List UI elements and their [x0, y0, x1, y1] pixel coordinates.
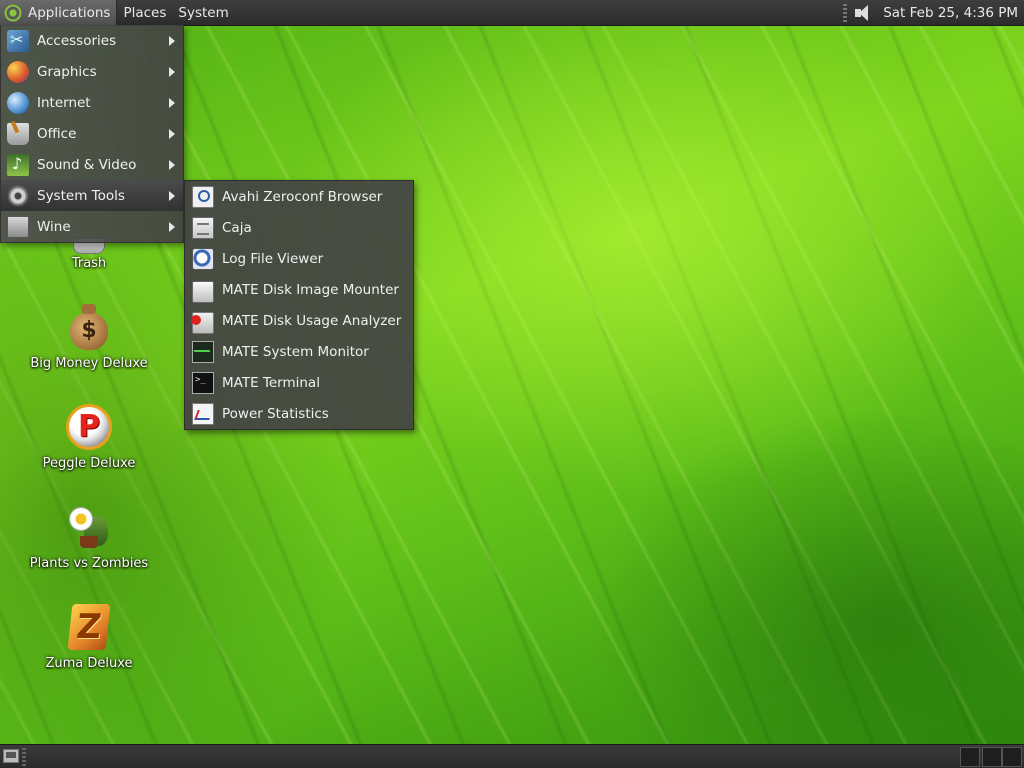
menu-item-label: Accessories: [37, 32, 117, 49]
menu-item-label: System Tools: [37, 187, 125, 204]
notification-area: Sat Feb 25, 4:36 PM: [837, 0, 1024, 25]
mate-logo-icon: [4, 3, 22, 22]
desktop: Applications Places System Sat Feb 25, 4…: [0, 0, 1024, 768]
menu-item-label: Avahi Zeroconf Browser: [222, 188, 383, 205]
menu-item-label: MATE Disk Usage Analyzer: [222, 312, 402, 329]
applications-label: Applications: [28, 4, 111, 21]
workspace-3[interactable]: [1002, 747, 1022, 767]
workspace-2[interactable]: [982, 747, 1002, 767]
panel-handle[interactable]: [843, 3, 848, 22]
log-viewer-icon: [192, 247, 214, 270]
menu-item-internet[interactable]: Internet: [1, 87, 183, 118]
system-monitor-icon: [192, 340, 214, 363]
desktop-icon-zuma-deluxe[interactable]: Z Zuma Deluxe: [14, 604, 164, 671]
menu-item-power-statistics[interactable]: Power Statistics: [185, 398, 413, 429]
menu-item-graphics[interactable]: Graphics: [1, 56, 183, 87]
menu-item-caja[interactable]: Caja: [185, 212, 413, 243]
menu-item-label: Wine: [37, 218, 71, 235]
menu-item-label: Log File Viewer: [222, 250, 324, 267]
submenu-arrow-icon: [169, 98, 175, 108]
menu-item-mate-disk-image-mounter[interactable]: MATE Disk Image Mounter: [185, 274, 413, 305]
show-desktop-icon[interactable]: [3, 749, 19, 763]
desktop-icon-label: Peggle Deluxe: [42, 456, 136, 471]
submenu-arrow-icon: [169, 191, 175, 201]
menu-item-label: MATE Terminal: [222, 374, 320, 391]
menu-item-accessories[interactable]: Accessories: [1, 25, 183, 56]
menu-item-system-tools[interactable]: System Tools: [1, 180, 183, 211]
internet-icon: [7, 91, 29, 114]
bottom-panel: [0, 744, 1024, 768]
desktop-icon-plants-vs-zombies[interactable]: Plants vs Zombies: [14, 504, 164, 571]
menu-item-mate-disk-usage-analyzer[interactable]: MATE Disk Usage Analyzer: [185, 305, 413, 336]
plants-vs-zombies-icon: [65, 504, 113, 552]
disk-image-icon: [192, 280, 214, 303]
system-label: System: [178, 4, 229, 21]
desktop-icon-label: Big Money Deluxe: [30, 356, 148, 371]
applications-menu-button[interactable]: Applications: [0, 0, 118, 25]
disk-usage-icon: [191, 311, 214, 334]
caja-icon: [192, 216, 214, 239]
system-tools-submenu: Avahi Zeroconf Browser Caja Log File Vie…: [184, 180, 414, 430]
menu-item-label: Internet: [37, 94, 91, 111]
zuma-icon: Z: [65, 604, 113, 652]
menu-item-label: Caja: [222, 219, 252, 236]
submenu-arrow-icon: [169, 129, 175, 139]
workspace-1[interactable]: [960, 747, 980, 767]
desktop-icon-label: Plants vs Zombies: [29, 556, 149, 571]
menu-item-wine[interactable]: Wine: [1, 211, 183, 242]
desktop-icon-peggle-deluxe[interactable]: P Peggle Deluxe: [14, 404, 164, 471]
terminal-icon: [192, 371, 214, 394]
menu-item-avahi-zeroconf-browser[interactable]: Avahi Zeroconf Browser: [185, 181, 413, 212]
menu-item-label: Sound & Video: [37, 156, 137, 173]
submenu-arrow-icon: [169, 36, 175, 46]
applications-dropdown-menu: Accessories Graphics Internet Office Sou…: [0, 25, 184, 243]
power-statistics-icon: [192, 402, 214, 425]
sound-video-icon: [7, 153, 29, 176]
menu-item-label: MATE System Monitor: [222, 343, 369, 360]
places-label: Places: [123, 4, 167, 21]
menu-item-label: Graphics: [37, 63, 97, 80]
system-tools-icon: [7, 184, 29, 207]
menu-item-log-file-viewer[interactable]: Log File Viewer: [185, 243, 413, 274]
money-bag-icon: $: [65, 304, 113, 352]
places-menu-button[interactable]: Places: [117, 0, 172, 25]
menu-item-mate-terminal[interactable]: MATE Terminal: [185, 367, 413, 398]
panel-handle[interactable]: [22, 748, 26, 766]
submenu-arrow-icon: [169, 222, 175, 232]
office-icon: [7, 122, 29, 145]
peggle-icon: P: [65, 404, 113, 452]
desktop-icon-label: Trash: [71, 256, 107, 271]
menu-item-label: Office: [37, 125, 77, 142]
menu-item-label: Power Statistics: [222, 405, 329, 422]
system-menu-button[interactable]: System: [172, 0, 234, 25]
top-panel: Applications Places System Sat Feb 25, 4…: [0, 0, 1024, 26]
accessories-icon: [7, 29, 29, 52]
desktop-icon-big-money-deluxe[interactable]: $ Big Money Deluxe: [14, 304, 164, 371]
avahi-icon: [192, 185, 214, 208]
submenu-arrow-icon: [169, 160, 175, 170]
graphics-icon: [7, 60, 29, 83]
submenu-arrow-icon: [169, 67, 175, 77]
menu-item-office[interactable]: Office: [1, 118, 183, 149]
menu-item-sound-video[interactable]: Sound & Video: [1, 149, 183, 180]
menu-item-mate-system-monitor[interactable]: MATE System Monitor: [185, 336, 413, 367]
wine-icon: [7, 215, 29, 238]
volume-speaker-icon[interactable]: [853, 3, 875, 23]
menu-item-label: MATE Disk Image Mounter: [222, 281, 399, 298]
desktop-icon-label: Zuma Deluxe: [45, 656, 133, 671]
clock[interactable]: Sat Feb 25, 4:36 PM: [883, 5, 1024, 21]
